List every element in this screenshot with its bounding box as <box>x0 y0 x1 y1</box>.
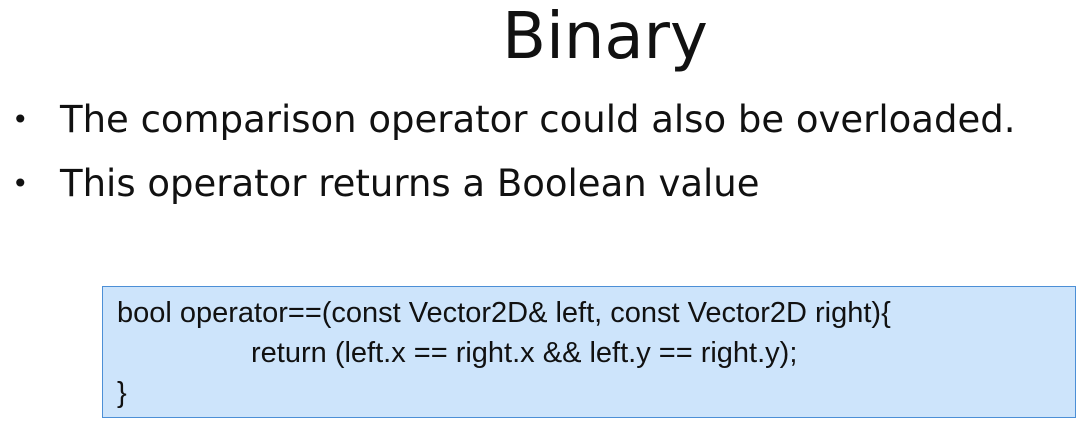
bullet-item: • The comparison operator could also be o… <box>12 98 1015 142</box>
code-line: bool operator==(const Vector2D& left, co… <box>117 297 891 329</box>
code-line: } <box>117 377 127 409</box>
bullet-text: The comparison operator could also be ov… <box>60 98 1016 141</box>
bullet-dot-icon: • <box>12 167 29 200</box>
slide: Binary • The comparison operator could al… <box>0 0 1088 428</box>
bullet-dot-icon: • <box>12 103 29 136</box>
code-block: bool operator==(const Vector2D& left, co… <box>102 286 1076 418</box>
bullet-item: • This operator returns a Boolean value <box>12 162 760 206</box>
code-line: return (left.x == right.x && left.y == r… <box>251 337 798 369</box>
slide-title: Binary <box>502 0 708 74</box>
bullet-text: This operator returns a Boolean value <box>60 162 760 205</box>
